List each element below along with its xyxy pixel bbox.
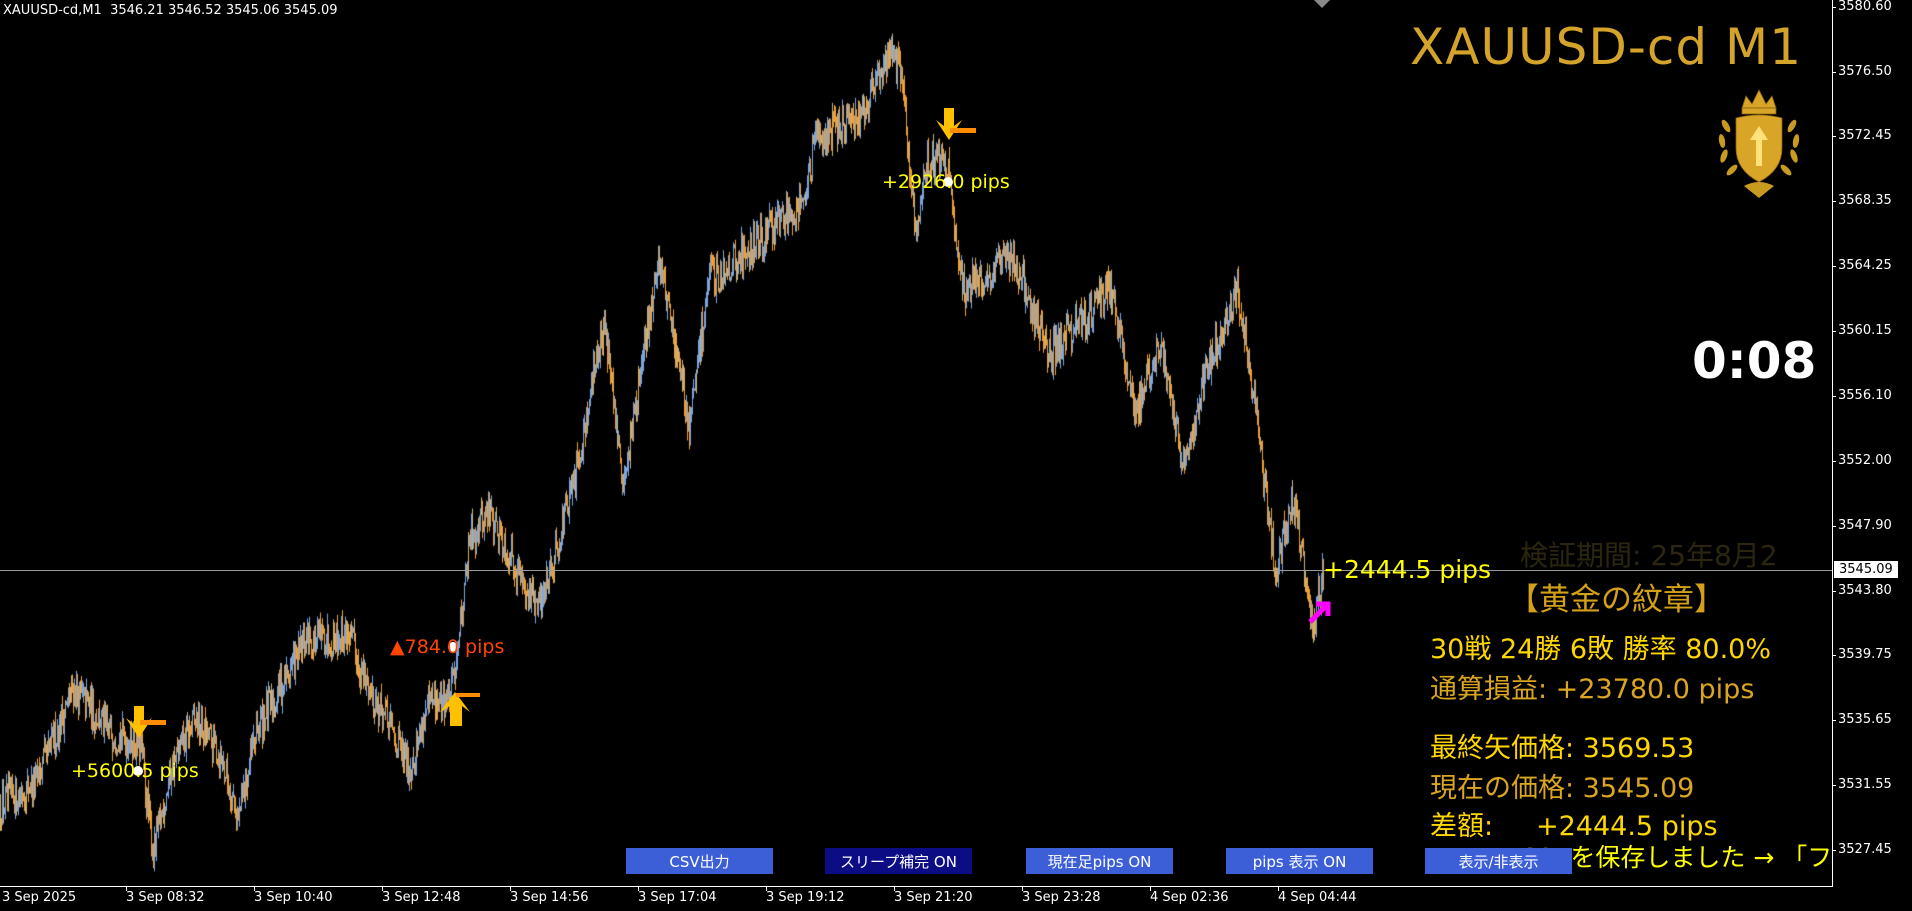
price-tick [1832,784,1836,786]
price-tick [1832,719,1836,721]
pips-display-toggle-button[interactable]: pips 表示 ON [1226,848,1373,874]
chart-title: XAUUSD-cd M1 [1410,18,1803,76]
price-label: 3572.45 [1838,128,1892,144]
show-hide-button[interactable]: 表示/非表示 [1425,848,1572,874]
faded-period-text: 検証期間: 25年8月2 [1520,539,1778,572]
price-label: 3539.75 [1838,646,1892,662]
price-label: 3531.55 [1838,776,1892,792]
time-label: 3 Sep 14:56 [510,890,589,905]
price-tick [1832,331,1836,333]
time-label: 3 Sep 19:12 [766,890,845,905]
sell-arrow-icon [126,706,166,738]
entry-arrow-icon [1308,601,1331,624]
current-price-badge: 3545.09 [1834,561,1898,578]
bar-countdown-timer: 0:08 [1692,332,1817,390]
price-tick [1832,590,1836,592]
buy-arrow-icon [440,692,480,726]
price-tick [1832,7,1836,8]
last-arrow-price: 最終矢価格: 3569.53 [1430,733,1695,764]
price-tick [1832,72,1836,74]
current-price-text: 現在の価格: 3545.09 [1430,773,1695,804]
time-label: 4 Sep 04:44 [1278,890,1357,905]
symbol-header: XAUUSD-cd,M1 3546.21 3546.52 3545.06 354… [3,3,338,18]
price-label: 3556.10 [1838,387,1892,403]
current-bar-pips-toggle-button[interactable]: 現在足pips ON [1026,848,1173,874]
price-tick [1832,395,1836,397]
price-label: 3564.25 [1838,258,1892,274]
emblem-logo [1718,89,1800,198]
time-label: 3 Sep 12:48 [382,890,461,905]
time-label: 4 Sep 02:36 [1150,890,1229,905]
price-tick [1832,266,1836,268]
price-label: 3552.00 [1838,452,1892,468]
price-label: 3543.80 [1838,582,1892,598]
time-label: 3 Sep 23:28 [1022,890,1101,905]
sleep-fill-toggle-button[interactable]: スリープ補完 ON [825,848,972,874]
price-label: 3580.60 [1838,0,1892,14]
price-label: 3568.35 [1838,193,1892,209]
time-label: 3 Sep 21:20 [894,890,973,905]
sell-arrow-icon [936,108,976,140]
price-tick [1832,849,1836,851]
price-label: 3560.15 [1838,323,1892,339]
price-label: 3547.90 [1838,517,1892,533]
price-label: 3535.65 [1838,711,1892,727]
time-label: 3 Sep 10:40 [254,890,333,905]
time-label: 3 Sep 2025 [2,890,77,905]
price-tick [1832,201,1836,203]
price-tick [1832,525,1836,527]
csv-export-button[interactable]: CSV出力 [626,848,773,874]
total-profit: 通算損益: +23780.0 pips [1430,674,1755,705]
chart-area[interactable]: XAUUSD-cd,M1 3546.21 3546.52 3545.06 354… [0,0,1833,887]
signal-pips-label: +5600.5 pips [71,760,199,782]
chart-shift-marker[interactable] [1314,0,1330,8]
price-label: 3527.45 [1838,841,1892,857]
price-tick [1832,460,1836,462]
price-tick [1832,654,1836,656]
current-pips-label: +2444.5 pips [1323,555,1492,584]
price-label: 3576.50 [1838,64,1892,80]
price-tick [1832,136,1836,138]
panel-heading: 【黄金の紋章】 [1508,582,1725,618]
signal-pips-label: ▲784.0 pips [390,636,505,658]
time-label: 3 Sep 17:04 [638,890,717,905]
win-loss-record: 30戦 24勝 6敗 勝率 80.0% [1430,634,1771,665]
time-label: 3 Sep 08:32 [126,890,205,905]
signal-pips-label: +2926.0 pips [882,171,1010,193]
